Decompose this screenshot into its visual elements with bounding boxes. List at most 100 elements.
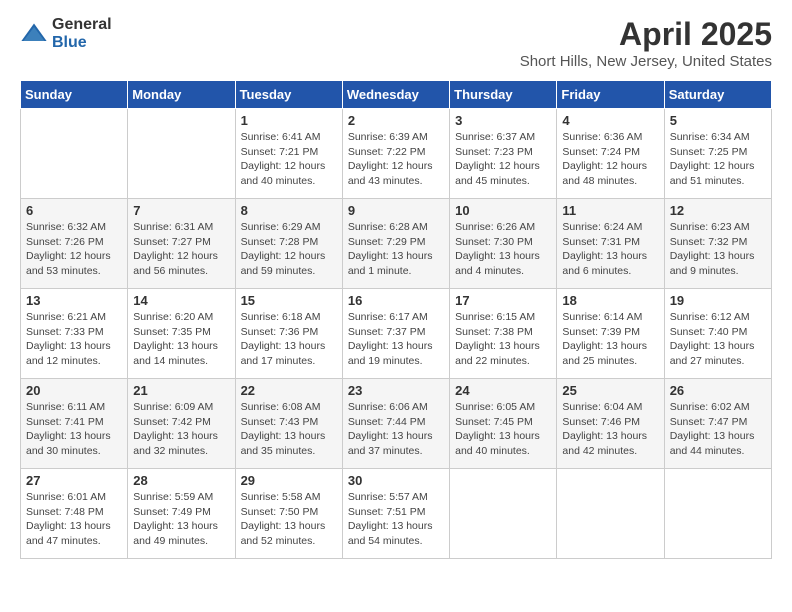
calendar-cell [664,469,771,559]
day-info: Sunrise: 6:09 AM Sunset: 7:42 PM Dayligh… [133,400,229,459]
day-info: Sunrise: 6:01 AM Sunset: 7:48 PM Dayligh… [26,490,122,549]
calendar-cell [128,109,235,199]
week-row-5: 27Sunrise: 6:01 AM Sunset: 7:48 PM Dayli… [21,469,772,559]
calendar-body: 1Sunrise: 6:41 AM Sunset: 7:21 PM Daylig… [21,109,772,559]
calendar-cell: 30 Sunrise: 5:57 AM Sunset: 7:51 PM Dayli… [342,469,449,559]
calendar-cell: 26Sunrise: 6:02 AM Sunset: 7:47 PM Dayli… [664,379,771,469]
calendar-cell: 27Sunrise: 6:01 AM Sunset: 7:48 PM Dayli… [21,469,128,559]
day-number: 6 [26,203,122,218]
calendar-cell: 1Sunrise: 6:41 AM Sunset: 7:21 PM Daylig… [235,109,342,199]
calendar-cell: 29 Sunrise: 5:58 AM Sunset: 7:50 PM Dayli… [235,469,342,559]
calendar-cell: 24 Sunrise: 6:05 AM Sunset: 7:45 PM Dayli… [450,379,557,469]
calendar-cell: 17 Sunrise: 6:15 AM Sunset: 7:38 PM Dayli… [450,289,557,379]
day-info: Sunrise: 6:08 AM Sunset: 7:43 PM Dayligh… [241,400,337,459]
logo-general-text: General [52,16,112,34]
calendar-cell: 23 Sunrise: 6:06 AM Sunset: 7:44 PM Dayli… [342,379,449,469]
day-info: Sunrise: 6:11 AM Sunset: 7:41 PM Dayligh… [26,400,122,459]
header-day-sunday: Sunday [21,81,128,109]
calendar-cell: 7 Sunrise: 6:31 AM Sunset: 7:27 PM Daylig… [128,199,235,289]
week-row-1: 1Sunrise: 6:41 AM Sunset: 7:21 PM Daylig… [21,109,772,199]
day-info: Sunrise: 6:32 AM Sunset: 7:26 PM Dayligh… [26,220,122,279]
calendar-cell: 5 Sunrise: 6:34 AM Sunset: 7:25 PM Daylig… [664,109,771,199]
day-number: 5 [670,113,766,128]
day-number: 3 [455,113,551,128]
day-info: Sunrise: 5:57 AM Sunset: 7:51 PM Dayligh… [348,490,444,549]
header-day-wednesday: Wednesday [342,81,449,109]
header-day-saturday: Saturday [664,81,771,109]
week-row-3: 13 Sunrise: 6:21 AM Sunset: 7:33 PM Dayli… [21,289,772,379]
day-number: 2 [348,113,444,128]
week-row-2: 6 Sunrise: 6:32 AM Sunset: 7:26 PM Daylig… [21,199,772,289]
calendar-cell: 10Sunrise: 6:26 AM Sunset: 7:30 PM Dayli… [450,199,557,289]
day-info: Sunrise: 6:29 AM Sunset: 7:28 PM Dayligh… [241,220,337,279]
calendar-cell: 25Sunrise: 6:04 AM Sunset: 7:46 PM Dayli… [557,379,664,469]
calendar-cell: 22Sunrise: 6:08 AM Sunset: 7:43 PM Dayli… [235,379,342,469]
calendar-cell: 11Sunrise: 6:24 AM Sunset: 7:31 PM Dayli… [557,199,664,289]
header-day-monday: Monday [128,81,235,109]
day-info: Sunrise: 6:12 AM Sunset: 7:40 PM Dayligh… [670,310,766,369]
calendar-cell: 4 Sunrise: 6:36 AM Sunset: 7:24 PM Daylig… [557,109,664,199]
subtitle: Short Hills, New Jersey, United States [520,53,772,70]
day-number: 28 [133,473,229,488]
day-info: Sunrise: 6:02 AM Sunset: 7:47 PM Dayligh… [670,400,766,459]
title-block: April 2025 Short Hills, New Jersey, Unit… [520,16,772,70]
day-number: 7 [133,203,229,218]
day-number: 20 [26,383,122,398]
calendar-cell: 6 Sunrise: 6:32 AM Sunset: 7:26 PM Daylig… [21,199,128,289]
logo-text: General Blue [52,16,112,51]
day-info: Sunrise: 6:36 AM Sunset: 7:24 PM Dayligh… [562,130,658,189]
calendar-cell [450,469,557,559]
day-number: 19 [670,293,766,308]
logo-icon [20,20,48,48]
day-info: Sunrise: 6:23 AM Sunset: 7:32 PM Dayligh… [670,220,766,279]
day-number: 21 [133,383,229,398]
day-number: 8 [241,203,337,218]
day-info: Sunrise: 5:59 AM Sunset: 7:49 PM Dayligh… [133,490,229,549]
calendar-cell: 2Sunrise: 6:39 AM Sunset: 7:22 PM Daylig… [342,109,449,199]
day-number: 16 [348,293,444,308]
calendar-cell: 9 Sunrise: 6:28 AM Sunset: 7:29 PM Daylig… [342,199,449,289]
day-info: Sunrise: 6:21 AM Sunset: 7:33 PM Dayligh… [26,310,122,369]
logo-blue-text: Blue [52,34,112,52]
day-info: Sunrise: 6:31 AM Sunset: 7:27 PM Dayligh… [133,220,229,279]
calendar-cell [557,469,664,559]
day-info: Sunrise: 6:04 AM Sunset: 7:46 PM Dayligh… [562,400,658,459]
calendar-cell [21,109,128,199]
week-row-4: 20 Sunrise: 6:11 AM Sunset: 7:41 PM Dayli… [21,379,772,469]
day-info: Sunrise: 6:26 AM Sunset: 7:30 PM Dayligh… [455,220,551,279]
calendar-cell: 12Sunrise: 6:23 AM Sunset: 7:32 PM Dayli… [664,199,771,289]
day-number: 13 [26,293,122,308]
day-info: Sunrise: 6:18 AM Sunset: 7:36 PM Dayligh… [241,310,337,369]
day-number: 23 [348,383,444,398]
main-title: April 2025 [520,16,772,53]
day-info: Sunrise: 6:41 AM Sunset: 7:21 PM Dayligh… [241,130,337,189]
calendar-cell: 28 Sunrise: 5:59 AM Sunset: 7:49 PM Dayli… [128,469,235,559]
calendar-cell: 8 Sunrise: 6:29 AM Sunset: 7:28 PM Daylig… [235,199,342,289]
day-number: 9 [348,203,444,218]
day-info: Sunrise: 6:06 AM Sunset: 7:44 PM Dayligh… [348,400,444,459]
day-number: 30 [348,473,444,488]
calendar-cell: 3Sunrise: 6:37 AM Sunset: 7:23 PM Daylig… [450,109,557,199]
day-info: Sunrise: 5:58 AM Sunset: 7:50 PM Dayligh… [241,490,337,549]
calendar-cell: 21 Sunrise: 6:09 AM Sunset: 7:42 PM Dayli… [128,379,235,469]
day-number: 24 [455,383,551,398]
header-day-thursday: Thursday [450,81,557,109]
day-info: Sunrise: 6:05 AM Sunset: 7:45 PM Dayligh… [455,400,551,459]
day-number: 15 [241,293,337,308]
day-number: 14 [133,293,229,308]
day-info: Sunrise: 6:34 AM Sunset: 7:25 PM Dayligh… [670,130,766,189]
day-info: Sunrise: 6:17 AM Sunset: 7:37 PM Dayligh… [348,310,444,369]
day-info: Sunrise: 6:28 AM Sunset: 7:29 PM Dayligh… [348,220,444,279]
day-info: Sunrise: 6:15 AM Sunset: 7:38 PM Dayligh… [455,310,551,369]
day-number: 29 [241,473,337,488]
day-number: 4 [562,113,658,128]
header-row: SundayMondayTuesdayWednesdayThursdayFrid… [21,81,772,109]
calendar-table: SundayMondayTuesdayWednesdayThursdayFrid… [20,80,772,559]
day-info: Sunrise: 6:14 AM Sunset: 7:39 PM Dayligh… [562,310,658,369]
header-day-tuesday: Tuesday [235,81,342,109]
calendar-cell: 13 Sunrise: 6:21 AM Sunset: 7:33 PM Dayli… [21,289,128,379]
logo: General Blue [20,16,112,51]
calendar-cell: 19 Sunrise: 6:12 AM Sunset: 7:40 PM Dayli… [664,289,771,379]
day-number: 17 [455,293,551,308]
header-day-friday: Friday [557,81,664,109]
